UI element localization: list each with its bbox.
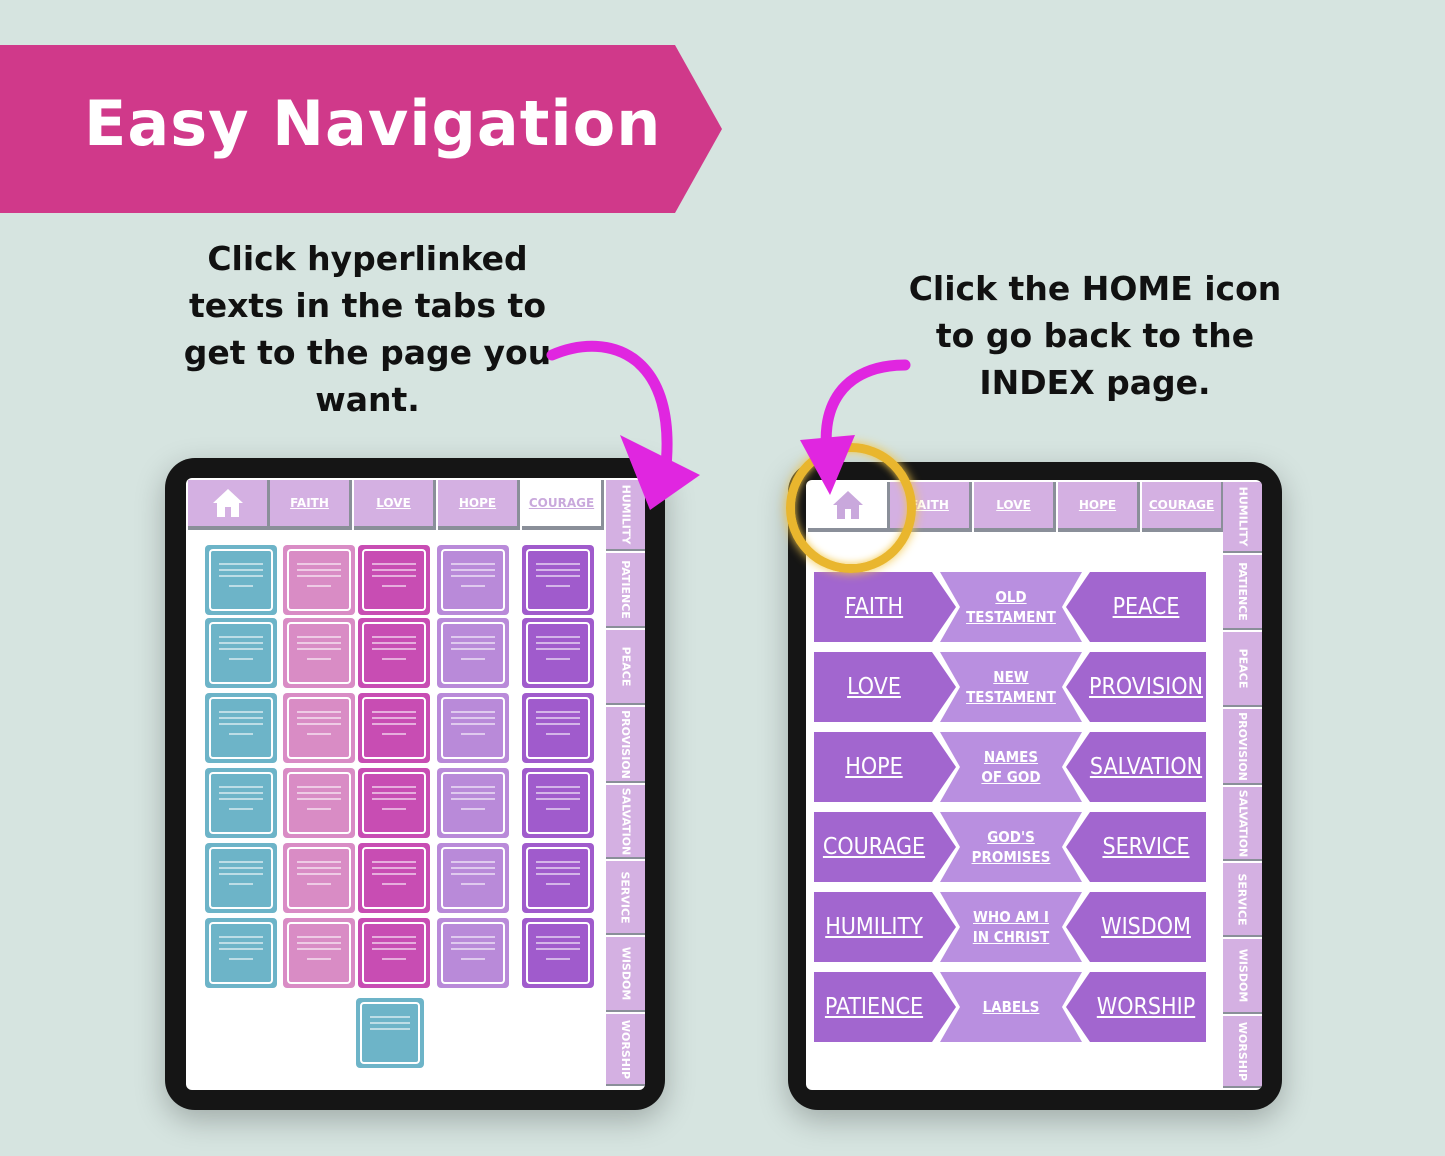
tab-love[interactable]: LOVE [974, 482, 1056, 532]
side-tab-wisdom[interactable]: WISDOM [1223, 939, 1262, 1014]
side-tab-patience[interactable]: PATIENCE [1223, 555, 1262, 630]
verse-card[interactable] [358, 618, 430, 688]
index-link-hope[interactable]: HOPE [814, 732, 956, 802]
verse-card[interactable] [283, 768, 355, 838]
verse-card[interactable] [356, 998, 424, 1068]
verse-card[interactable] [358, 918, 430, 988]
tab-hope[interactable]: HOPE [1058, 482, 1140, 532]
home-icon [212, 489, 243, 517]
verse-card[interactable] [205, 768, 277, 838]
verse-card[interactable] [522, 768, 594, 838]
verse-card[interactable] [437, 843, 509, 913]
verse-card[interactable] [205, 843, 277, 913]
side-tab-provision[interactable]: PROVISION [606, 707, 645, 783]
side-tab-humility[interactable]: HUMILITY [1223, 482, 1262, 553]
index-link-patience[interactable]: PATIENCE [814, 972, 956, 1042]
verse-card[interactable] [437, 545, 509, 615]
index-link-worship[interactable]: WORSHIP [1066, 972, 1206, 1042]
tab-home[interactable] [188, 480, 270, 530]
index-link-center[interactable]: NAMES OF GOD [940, 732, 1082, 802]
tab-faith[interactable]: FAITH [270, 480, 352, 530]
index-link-love[interactable]: LOVE [814, 652, 956, 722]
side-tab-label: WISDOM [619, 946, 633, 1001]
verse-card[interactable] [437, 918, 509, 988]
side-tab-label: WORSHIP [619, 1019, 632, 1079]
index-link-provision[interactable]: PROVISION [1066, 652, 1206, 722]
side-tab-service[interactable]: SERVICE [1223, 863, 1262, 937]
side-tab-label: PATIENCE [619, 560, 632, 619]
index-link-service[interactable]: SERVICE [1066, 812, 1206, 882]
left-tablet-screen: FAITH LOVE HOPE COURAGE HUMILITY PATIENCE PEAC… [186, 478, 645, 1090]
left-caption: Click hyperlinked texts in the tabs to g… [183, 239, 552, 419]
right-tablet-screen: FAITH LOVE HOPE COURAGE HUMILITY PATIENCE PEAC… [806, 480, 1262, 1090]
verse-card[interactable] [522, 693, 594, 763]
banner: Easy Navigation [0, 45, 722, 213]
side-tab-label: SERVICE [1236, 872, 1250, 926]
tab-love[interactable]: LOVE [354, 480, 436, 530]
side-tab-label: PEACE [619, 646, 632, 687]
verse-card[interactable] [205, 545, 277, 615]
verse-card[interactable] [437, 618, 509, 688]
index-link-faith[interactable]: FAITH [814, 572, 956, 642]
side-tab-salvation[interactable]: SALVATION [1223, 787, 1262, 861]
side-tab-label: WISDOM [1236, 948, 1250, 1003]
verse-card[interactable] [522, 843, 594, 913]
index-link-center[interactable]: LABELS [940, 972, 1082, 1042]
verse-card[interactable] [205, 693, 277, 763]
side-tab-label: HUMILITY [1236, 486, 1249, 547]
verse-card[interactable] [283, 693, 355, 763]
side-tab-label: WORSHIP [1236, 1021, 1249, 1081]
verse-card[interactable] [205, 918, 277, 988]
index-link-courage[interactable]: COURAGE [814, 812, 956, 882]
index-link-humility[interactable]: HUMILITY [814, 892, 956, 962]
side-tab-label: PEACE [1236, 648, 1249, 689]
tab-hope[interactable]: HOPE [438, 480, 520, 530]
verse-card[interactable] [522, 545, 594, 615]
side-tab-worship[interactable]: WORSHIP [1223, 1016, 1262, 1088]
banner-title: Easy Navigation [84, 87, 662, 160]
side-tab-peace[interactable]: PEACE [1223, 632, 1262, 707]
side-tab-wisdom[interactable]: WISDOM [606, 937, 645, 1012]
curved-arrow-left-icon [800, 359, 911, 495]
index-link-center[interactable]: NEW TESTAMENT [940, 652, 1082, 722]
verse-card[interactable] [283, 843, 355, 913]
curved-arrow-right-icon [546, 340, 700, 510]
verse-card[interactable] [283, 545, 355, 615]
verse-card[interactable] [358, 693, 430, 763]
verse-card[interactable] [522, 618, 594, 688]
tab-courage[interactable]: COURAGE [1142, 482, 1224, 532]
side-tab-label: PATIENCE [1236, 562, 1249, 621]
side-tab-peace[interactable]: PEACE [606, 630, 645, 705]
index-link-wisdom[interactable]: WISDOM [1066, 892, 1206, 962]
verse-card[interactable] [358, 768, 430, 838]
verse-card[interactable] [522, 918, 594, 988]
index-link-salvation[interactable]: SALVATION [1066, 732, 1206, 802]
verse-card[interactable] [437, 693, 509, 763]
side-tab-service[interactable]: SERVICE [606, 861, 645, 935]
side-tab-label: SALVATION [619, 787, 633, 855]
side-tab-patience[interactable]: PATIENCE [606, 553, 645, 628]
side-tab-label: PROVISION [619, 709, 632, 779]
side-tab-salvation[interactable]: SALVATION [606, 785, 645, 859]
side-tab-label: SERVICE [619, 870, 633, 924]
verse-card[interactable] [205, 618, 277, 688]
verse-card[interactable] [283, 918, 355, 988]
side-tab-label: SALVATION [1236, 789, 1250, 857]
index-link-center[interactable]: OLD TESTAMENT [940, 572, 1082, 642]
index-link-peace[interactable]: PEACE [1066, 572, 1206, 642]
verse-card[interactable] [283, 618, 355, 688]
verse-card[interactable] [437, 768, 509, 838]
side-tab-label: PROVISION [1236, 711, 1249, 781]
right-caption: Click the HOME icon to go back to the IN… [908, 269, 1282, 402]
side-tab-provision[interactable]: PROVISION [1223, 709, 1262, 785]
verse-card[interactable] [358, 843, 430, 913]
verse-card[interactable] [358, 545, 430, 615]
index-link-center[interactable]: GOD'S PROMISES [940, 812, 1082, 882]
side-tab-worship[interactable]: WORSHIP [606, 1014, 645, 1086]
index-link-center[interactable]: WHO AM I IN CHRIST [940, 892, 1082, 962]
